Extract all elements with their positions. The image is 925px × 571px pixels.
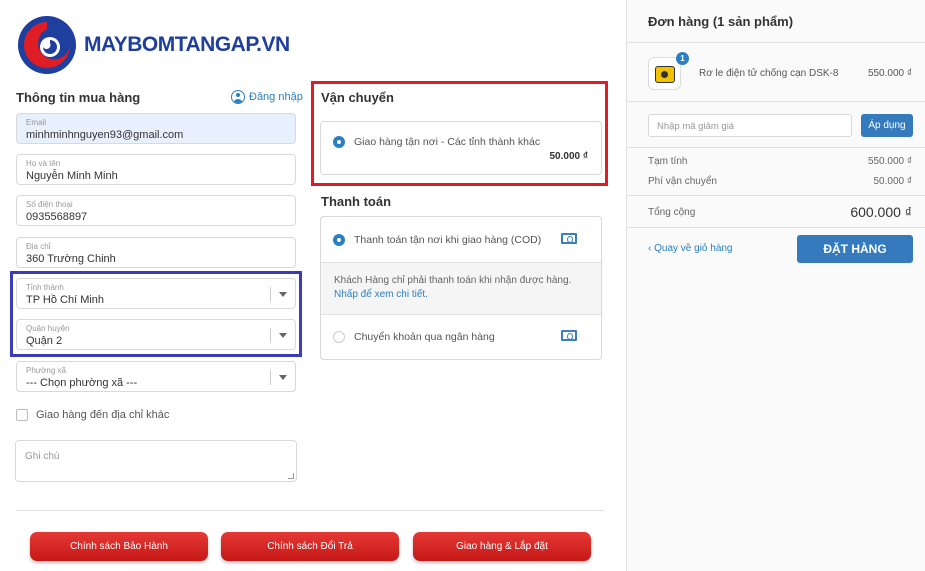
back-to-cart-label: Quay về giỏ hàng: [654, 243, 733, 254]
place-order-button[interactable]: ĐẶT HÀNG: [797, 235, 913, 263]
email-label: Email: [26, 118, 47, 127]
divider: [627, 147, 925, 148]
divider: [627, 227, 925, 228]
address-field[interactable]: Địa chỉ 360 Trường Chinh: [16, 237, 296, 268]
resize-handle[interactable]: [288, 473, 294, 479]
ward-value: --- Chọn phường xã ---: [26, 377, 138, 389]
highlight-frame-red: [311, 81, 608, 186]
phone-label: Số điện thoại: [26, 200, 73, 209]
divider: [627, 195, 925, 196]
site-logo[interactable]: MAYBOMTANGAP.VN: [16, 14, 290, 76]
login-link[interactable]: Đăng nhập: [231, 90, 303, 104]
cod-info: Khách Hàng chỉ phải thanh toán khi nhận …: [321, 262, 601, 315]
warranty-policy-button[interactable]: Chính sách Bảo Hành: [30, 532, 208, 561]
total-label: Tổng cộng: [648, 207, 696, 218]
highlight-frame-blue: [10, 271, 302, 357]
cod-radio[interactable]: [333, 233, 345, 246]
back-to-cart-link[interactable]: ‹ Quay về giỏ hàng: [648, 243, 733, 254]
cod-details-link[interactable]: Nhấp để xem chi tiết.: [334, 288, 588, 302]
address-value: 360 Trường Chinh: [26, 253, 116, 265]
footer-divider: [16, 510, 604, 511]
address-label: Địa chỉ: [26, 242, 51, 251]
money-icon: [561, 330, 577, 341]
chevron-down-icon: [279, 375, 287, 380]
login-label: Đăng nhập: [249, 91, 303, 103]
ward-select[interactable]: Phường xã --- Chọn phường xã ---: [16, 361, 296, 392]
note-placeholder: Ghi chú: [25, 451, 60, 462]
shipping-fee-value: 50.000 ₫: [873, 176, 913, 187]
other-address-option[interactable]: Giao hàng đến địa chỉ khác: [16, 409, 169, 421]
coupon-placeholder: Nhập mã giảm giá: [657, 121, 735, 132]
payment-option-cod[interactable]: Thanh toán tận nơi khi giao hàng (COD): [321, 217, 601, 262]
cod-label: Thanh toán tận nơi khi giao hàng (COD): [354, 233, 542, 246]
cod-info-text: Khách Hàng chỉ phải thanh toán khi nhận …: [334, 275, 572, 286]
other-address-checkbox[interactable]: [16, 409, 28, 421]
payment-title: Thanh toán: [321, 194, 392, 209]
customer-info-title: Thông tin mua hàng: [16, 90, 141, 105]
logo-swirl-icon: [18, 16, 76, 74]
bank-radio[interactable]: [333, 330, 345, 343]
email-field[interactable]: Email minhminhnguyen93@gmail.com: [16, 113, 296, 144]
ward-label: Phường xã: [26, 366, 66, 375]
order-title: Đơn hàng (1 sản phẩm): [648, 14, 794, 29]
quantity-badge: 1: [676, 52, 689, 65]
subtotal-value: 550.000 ₫: [867, 156, 912, 167]
return-policy-button[interactable]: Chính sách Đổi Trả: [221, 532, 399, 561]
email-value: minhminhnguyen93@gmail.com: [26, 129, 184, 141]
product-image: [655, 66, 675, 83]
divider: [627, 42, 925, 43]
coupon-input[interactable]: Nhập mã giảm giá: [648, 114, 852, 137]
other-address-label: Giao hàng đến địa chỉ khác: [36, 409, 170, 421]
checkout-form-column: MAYBOMTANGAP.VN Thông tin mua hàng Đăng …: [0, 0, 626, 571]
phone-value: 0935568897: [26, 211, 88, 223]
money-icon: [561, 233, 577, 244]
shipping-fee-label: Phí vận chuyển: [648, 176, 717, 187]
note-textarea[interactable]: Ghi chú: [15, 440, 297, 482]
product-name: Rơ le điện tử chống cạn DSK-8: [699, 68, 839, 79]
apply-coupon-button[interactable]: Áp dụng: [861, 114, 913, 137]
order-summary-panel: Đơn hàng (1 sản phẩm) 1 Rơ le điện tử ch…: [626, 0, 925, 571]
phone-field[interactable]: Số điện thoại 0935568897: [16, 195, 296, 226]
subtotal-label: Tạm tính: [648, 156, 688, 167]
user-icon: [231, 90, 245, 104]
delivery-installation-button[interactable]: Giao hàng & Lắp đặt: [413, 532, 591, 561]
payment-options: Thanh toán tận nơi khi giao hàng (COD) K…: [320, 216, 602, 360]
fullname-value: Nguyễn Minh Minh: [26, 170, 118, 182]
fullname-field[interactable]: Họ và tên Nguyễn Minh Minh: [16, 154, 296, 185]
total-value: 600.000 ₫: [850, 204, 912, 220]
payment-option-bank[interactable]: Chuyển khoản qua ngân hàng: [321, 315, 601, 358]
logo-text: MAYBOMTANGAP.VN: [84, 33, 290, 56]
product-price: 550.000 ₫: [867, 68, 912, 79]
select-separator: [270, 370, 271, 385]
bank-label: Chuyển khoản qua ngân hàng: [354, 330, 495, 343]
fullname-label: Họ và tên: [26, 159, 61, 168]
divider: [627, 101, 925, 102]
